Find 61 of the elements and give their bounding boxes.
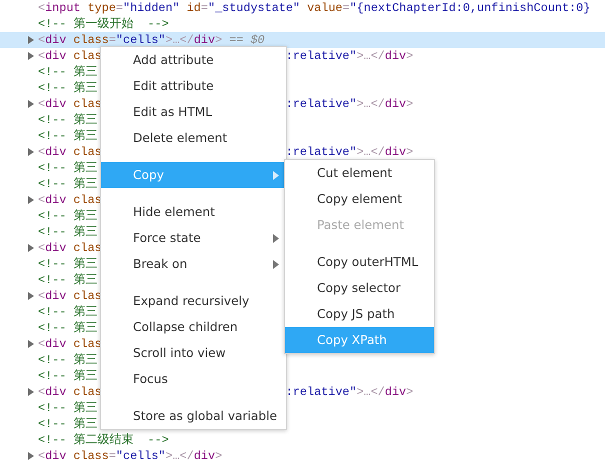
code-text: <!-- 第三 [38, 272, 98, 288]
code-text: <!-- 第三 [38, 256, 98, 272]
expand-arrow-icon[interactable] [27, 340, 35, 348]
code-text: <div clas [38, 192, 102, 208]
menu-item[interactable]: Edit attribute [101, 73, 286, 99]
menu-item[interactable]: Copy JS path [285, 301, 434, 327]
code-text: <div clas [38, 336, 102, 352]
menu-item[interactable]: Break on [101, 251, 286, 277]
code-text: <!-- 第三 [38, 64, 98, 80]
menu-item[interactable]: Expand recursively [101, 288, 286, 314]
code-text: <!-- 第三 [38, 80, 98, 96]
expand-arrow-icon[interactable] [27, 196, 35, 204]
code-text: :relative">…</div> [286, 96, 414, 112]
menu-item[interactable]: Copy selector [285, 275, 434, 301]
code-text: <input type="hidden" id="_studystate" value="{nextChapterId:0,unfinishCount:0} [38, 0, 590, 16]
expand-arrow-icon[interactable] [27, 244, 35, 252]
code-text: :relative">…</div> [286, 48, 414, 64]
menu-item[interactable]: Edit as HTML [101, 99, 286, 125]
code-text: <div class="cells">…</div> [38, 448, 222, 464]
code-text: <!-- 第三 [38, 224, 98, 240]
menu-item[interactable]: Focus [101, 366, 286, 392]
expand-arrow-icon[interactable] [27, 452, 35, 460]
menu-item[interactable]: Collapse children [101, 314, 286, 340]
expand-arrow-icon[interactable] [27, 100, 35, 108]
menu-item[interactable]: Copy element [285, 186, 434, 212]
code-text: <div clas [38, 240, 102, 256]
code-text: <!-- 第三 [38, 128, 98, 144]
menu-item[interactable]: Cut element [285, 160, 434, 186]
menu-item[interactable]: Force state [101, 225, 286, 251]
code-text: <div clas [38, 144, 102, 160]
code-text: <!-- 第三 [38, 304, 98, 320]
menu-item[interactable]: Hide element [101, 199, 286, 225]
code-text: <!-- 第三 [38, 160, 98, 176]
code-text: <!-- 第三 [38, 400, 98, 416]
code-text: <!-- 第三 [38, 352, 98, 368]
code-text: <!-- 第三 [38, 208, 98, 224]
code-text: <!-- 第三 [38, 416, 98, 432]
expand-arrow-icon[interactable] [27, 52, 35, 60]
expand-arrow-icon[interactable] [27, 292, 35, 300]
menu-item[interactable]: Scroll into view [101, 340, 286, 366]
selected-row[interactable]: <div class="cells">…</div> == $0 [0, 32, 605, 48]
menu-item[interactable]: Add attribute [101, 47, 286, 73]
code-text: <!-- 第三 [38, 320, 98, 336]
code-text: :relative">…</div> [286, 384, 414, 400]
expand-arrow-icon[interactable] [27, 388, 35, 396]
code-text: <!-- 第三 [38, 112, 98, 128]
code-text: :relative">…</div> [286, 144, 414, 160]
code-text: <!-- 第二级结束 --> [38, 432, 169, 448]
menu-item[interactable]: Store as global variable [101, 403, 286, 429]
menu-item[interactable]: Delete element [101, 125, 286, 151]
code-text: <div clas [38, 96, 102, 112]
code-text: <!-- 第一级开始 --> [38, 16, 169, 32]
menu-item[interactable]: Copy outerHTML [285, 249, 434, 275]
expand-arrow-icon[interactable] [27, 148, 35, 156]
code-text: <div clas [38, 384, 102, 400]
code-text: <!-- 第三 [38, 176, 98, 192]
expand-arrow-icon[interactable] [27, 36, 35, 44]
code-text: <!-- 第三 [38, 368, 98, 384]
code-text: <div clas [38, 48, 102, 64]
code-text: <div clas [38, 288, 102, 304]
code-text: <div class="cells">…</div> == $0 [38, 32, 265, 48]
